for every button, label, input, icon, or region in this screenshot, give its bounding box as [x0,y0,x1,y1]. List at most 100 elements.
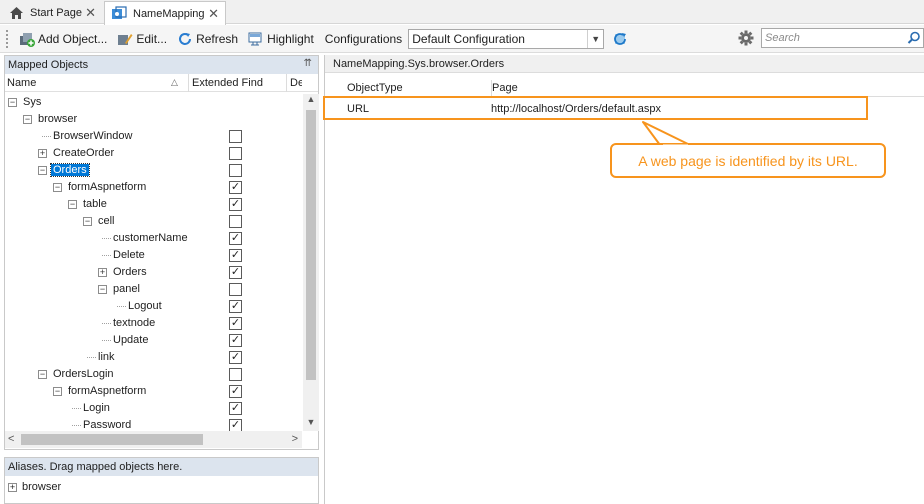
settings-button[interactable] [738,30,754,49]
tree-item-label[interactable]: Login [81,402,112,414]
configuration-select[interactable]: Default Configuration ▼ [408,28,605,49]
tree-row[interactable]: link ✓ [5,349,302,366]
expand-icon[interactable]: + [38,149,47,158]
extended-find-checkbox[interactable]: ✓ [229,385,242,398]
tree-row[interactable]: − OrdersLogin [5,366,302,383]
extended-find-checkbox[interactable]: ✓ [229,181,242,194]
chevron-down-icon[interactable]: ▼ [587,29,603,48]
tree-item-label[interactable]: formAspnetform [66,385,148,397]
extended-find-checkbox[interactable] [229,130,242,143]
scroll-up-icon[interactable]: ▲ [303,94,319,108]
tree-item-label[interactable]: table [81,198,109,210]
tree-row[interactable]: customerName ✓ [5,230,302,247]
tree-row[interactable]: − Orders [5,162,302,179]
edit-button[interactable]: Edit... [114,28,170,50]
expand-icon[interactable]: + [98,268,107,277]
tree-item-label[interactable]: Update [111,334,150,346]
tab-start-page[interactable]: Start Page ✕ [2,1,102,24]
close-icon[interactable]: ✕ [85,5,96,21]
tree-row[interactable]: + Orders ✓ [5,264,302,281]
highlight-button[interactable]: Highlight [245,28,317,50]
vertical-scrollbar[interactable]: ▲ ▼ [303,94,319,431]
extended-find-checkbox[interactable]: ✓ [229,334,242,347]
tree-item-label[interactable]: cell [96,215,117,227]
extended-find-checkbox[interactable]: ✓ [229,249,242,262]
column-header-description[interactable]: De [286,73,302,92]
collapse-panel-icon[interactable]: ⇈ [304,58,312,69]
configurations-label: Configurations [324,31,403,46]
tree-item-label[interactable]: Orders [50,163,90,177]
collapse-icon[interactable]: − [83,217,92,226]
extended-find-checkbox[interactable] [229,147,242,160]
column-header-extended-find[interactable]: Extended Find [188,73,263,92]
horizontal-scrollbar[interactable]: < > [5,431,302,448]
extended-find-checkbox[interactable]: ✓ [229,317,242,330]
extended-find-checkbox[interactable]: ✓ [229,198,242,211]
tree-item-label[interactable]: Logout [126,300,164,312]
tree-item-label[interactable]: customerName [111,232,190,244]
scroll-thumb[interactable] [21,434,203,445]
collapse-icon[interactable]: − [38,166,47,175]
tab-namemapping[interactable]: NameMapping ✕ [104,1,226,25]
collapse-icon[interactable]: − [23,115,32,124]
search-input[interactable]: Search [761,28,924,48]
tree-item-label[interactable]: browser [36,113,79,125]
tree-row[interactable]: BrowserWindow [5,128,302,145]
extended-find-checkbox[interactable]: ✓ [229,232,242,245]
collapse-icon[interactable]: − [68,200,77,209]
column-header-page[interactable]: Page [491,80,518,97]
extended-find-checkbox[interactable]: ✓ [229,351,242,364]
collapse-icon[interactable]: − [98,285,107,294]
tree-row[interactable]: − formAspnetform ✓ [5,179,302,196]
extended-find-checkbox[interactable]: ✓ [229,266,242,279]
close-icon[interactable]: ✕ [208,6,219,22]
collapse-icon[interactable]: − [53,183,62,192]
extended-find-checkbox[interactable]: ✓ [229,300,242,313]
tree-item-label[interactable]: Password [81,419,133,431]
extended-find-checkbox[interactable] [229,283,242,296]
tree-row[interactable]: − formAspnetform ✓ [5,383,302,400]
tree-item-label[interactable]: CreateOrder [51,147,116,159]
refresh-button[interactable]: Refresh [174,28,241,50]
tree-row[interactable]: Logout ✓ [5,298,302,315]
column-header-objecttype[interactable]: ObjectType [347,82,403,94]
tree-row[interactable]: − table ✓ [5,196,302,213]
extended-find-checkbox[interactable]: ✓ [229,402,242,415]
column-header-name[interactable]: Name [7,77,36,89]
extended-find-checkbox[interactable] [229,215,242,228]
scroll-right-icon[interactable]: > [292,433,298,445]
tree-row[interactable]: Password ✓ [5,417,302,431]
toolbar-grip[interactable] [6,29,10,48]
tree-item-label[interactable]: BrowserWindow [51,130,134,142]
extended-find-checkbox[interactable] [229,368,242,381]
collapse-icon[interactable]: − [38,370,47,379]
search-icon[interactable] [907,31,921,48]
tree-row[interactable]: − Sys [5,94,302,111]
tree-row[interactable]: Update ✓ [5,332,302,349]
scroll-down-icon[interactable]: ▼ [303,417,319,431]
tree-row[interactable]: − panel [5,281,302,298]
tree-item-label[interactable]: panel [111,283,142,295]
add-object-button[interactable]: Add Object... [16,28,110,50]
tree-row[interactable]: − cell [5,213,302,230]
scroll-left-icon[interactable]: < [8,433,14,445]
tree-row[interactable]: − browser [5,111,302,128]
tree-row[interactable]: + CreateOrder [5,145,302,162]
tree-item-label[interactable]: Orders [111,266,149,278]
tree-row[interactable]: Login ✓ [5,400,302,417]
scroll-thumb[interactable] [306,110,316,380]
extended-find-checkbox[interactable] [229,164,242,177]
tree-item-label[interactable]: Delete [111,249,147,261]
configurations-refresh-button[interactable] [608,28,635,50]
expand-icon[interactable]: + [8,483,17,492]
tree-item-label[interactable]: Sys [21,96,43,108]
extended-find-checkbox[interactable]: ✓ [229,419,242,431]
tree-item-label[interactable]: link [96,351,117,363]
collapse-icon[interactable]: − [8,98,17,107]
tree-row[interactable]: Delete ✓ [5,247,302,264]
collapse-icon[interactable]: − [53,387,62,396]
tree-row[interactable]: textnode ✓ [5,315,302,332]
tree-item-label[interactable]: formAspnetform [66,181,148,193]
tree-item-label[interactable]: OrdersLogin [51,368,116,380]
tree-item-label[interactable]: textnode [111,317,157,329]
